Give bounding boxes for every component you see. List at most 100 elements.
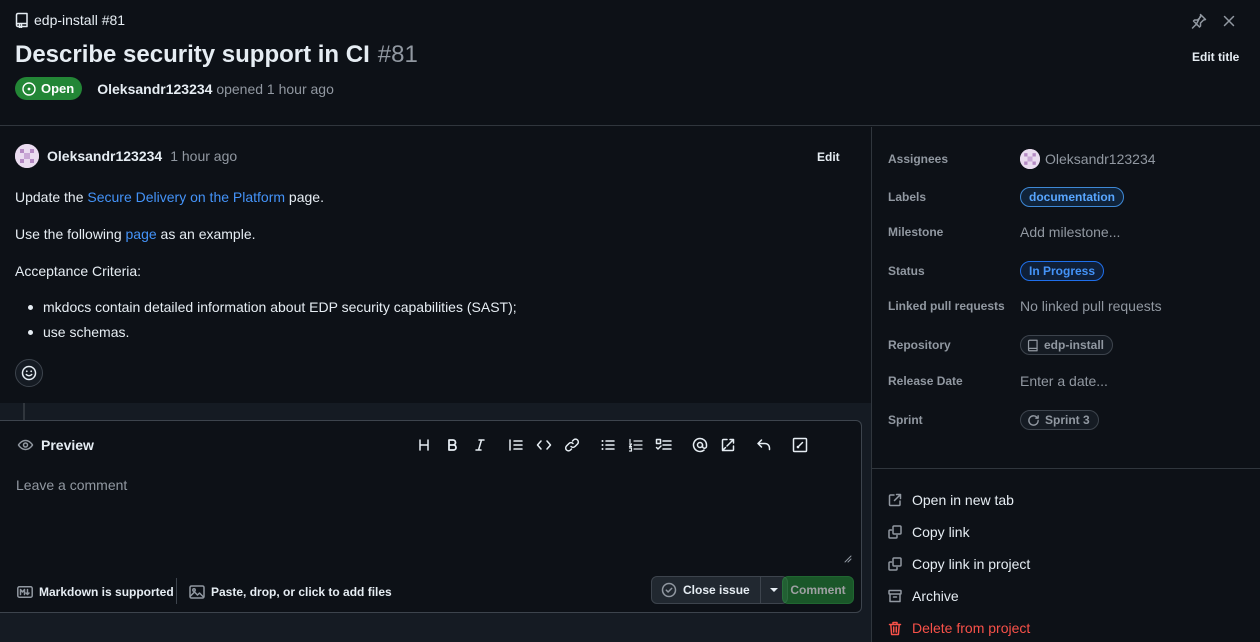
milestone-label: Milestone — [888, 225, 944, 239]
issue-byline: Oleksandr123234 opened 1 hour ago — [97, 81, 334, 97]
sprint-token[interactable]: Sprint 3 — [1020, 410, 1099, 430]
smiley-icon — [21, 365, 37, 381]
heading-icon — [417, 438, 431, 452]
task-list-icon — [655, 438, 673, 452]
link-external-icon — [888, 493, 902, 507]
repository-token[interactable]: edp-install — [1020, 335, 1114, 355]
bold-icon — [445, 438, 459, 452]
add-reaction-button[interactable] — [15, 359, 43, 387]
markdown-label: Markdown is supported — [39, 585, 174, 599]
label-documentation[interactable]: documentation — [1020, 187, 1124, 207]
avatar[interactable] — [15, 144, 39, 168]
preview-tab[interactable]: Preview — [17, 437, 94, 453]
field-assignees[interactable]: Assignees Oleksandr123234 — [888, 149, 1248, 169]
page-link[interactable]: page — [126, 226, 157, 242]
attach-files-button[interactable]: Paste, drop, or click to add files — [189, 585, 392, 599]
code-button[interactable] — [530, 434, 558, 456]
caret-down-icon — [769, 587, 779, 593]
linked-prs-value: No linked pull requests — [1020, 298, 1162, 314]
open-in-new-tab-button[interactable]: Open in new tab — [888, 484, 1030, 516]
sidebar-divider — [872, 468, 1260, 469]
markdown-supported-link[interactable]: Markdown is supported — [17, 585, 174, 599]
comment-textarea[interactable]: Leave a comment — [16, 477, 854, 563]
mention-button[interactable] — [686, 434, 714, 456]
status-badge-label: Open — [41, 81, 75, 96]
edit-title-button[interactable]: Edit title — [1192, 50, 1239, 64]
bold-button[interactable] — [438, 434, 466, 456]
archive-button[interactable]: Archive — [888, 580, 1030, 612]
copy-icon — [888, 525, 902, 539]
undo-button[interactable] — [750, 434, 778, 456]
field-labels[interactable]: Labels documentation — [888, 187, 1248, 207]
status-label: Status — [888, 264, 925, 278]
sprint-label: Sprint — [888, 413, 923, 427]
footer-divider — [176, 578, 177, 604]
issue-number: #81 — [377, 41, 418, 68]
quote-button[interactable] — [502, 434, 530, 456]
field-milestone[interactable]: Milestone Add milestone... — [888, 224, 1248, 240]
link-icon — [564, 437, 580, 453]
bulleted-list-icon — [600, 438, 616, 452]
issue-author-link[interactable]: Oleksandr123234 — [97, 81, 212, 97]
bulleted-list-button[interactable] — [594, 434, 622, 456]
milestone-value: Add milestone... — [1020, 224, 1121, 240]
italic-button[interactable] — [466, 434, 494, 456]
sprint-value: Sprint 3 — [1045, 413, 1090, 427]
mention-icon — [692, 437, 708, 453]
delete-from-project-label: Delete from project — [912, 620, 1031, 636]
numbered-list-button[interactable] — [622, 434, 650, 456]
repo-icon — [1027, 339, 1039, 352]
quote-icon — [508, 438, 524, 452]
eye-icon — [17, 437, 34, 453]
field-linked-pull-requests[interactable]: Linked pull requests No linked pull requ… — [888, 298, 1248, 314]
undo-icon — [756, 438, 772, 452]
resize-handle-icon[interactable] — [842, 553, 852, 563]
preview-tab-label: Preview — [41, 437, 94, 453]
comment-line-2: Use the following page as an example. — [15, 226, 256, 242]
image-icon — [189, 585, 205, 599]
comment-author[interactable]: Oleksandr123234 — [47, 148, 162, 164]
attach-label: Paste, drop, or click to add files — [211, 585, 392, 599]
comment-header: Oleksandr123234 1 hour ago — [15, 144, 237, 168]
heading-button[interactable] — [410, 434, 438, 456]
comment-button[interactable]: Comment — [782, 576, 854, 604]
repo-icon — [15, 12, 29, 28]
release-date-value: Enter a date... — [1020, 373, 1108, 389]
field-sprint[interactable]: Sprint Sprint 3 — [888, 410, 1248, 430]
line2-pre: Use the following — [15, 226, 126, 242]
reference-button[interactable] — [714, 434, 742, 456]
comment-line-1: Update the Secure Delivery on the Platfo… — [15, 189, 324, 205]
close-issue-button[interactable]: Close issue — [652, 577, 761, 603]
field-status[interactable]: Status In Progress — [888, 261, 1248, 281]
secure-delivery-link[interactable]: Secure Delivery on the Platform — [87, 189, 285, 205]
close-icon[interactable] — [1222, 12, 1236, 30]
labels-label: Labels — [888, 190, 927, 204]
copy-link-in-project-button[interactable]: Copy link in project — [888, 548, 1030, 580]
comment-composer: Preview Leave a comment Markdown is supp… — [0, 420, 862, 613]
italic-icon — [473, 438, 487, 452]
line1-post: page. — [285, 189, 324, 205]
link-button[interactable] — [558, 434, 586, 456]
pin-icon[interactable] — [1190, 12, 1208, 30]
assignees-label: Assignees — [888, 152, 949, 166]
field-repository[interactable]: Repository edp-install — [888, 335, 1248, 355]
numbered-list-icon — [628, 438, 644, 452]
code-icon — [536, 438, 552, 452]
repo-reference[interactable]: edp-install #81 — [15, 12, 125, 28]
close-issue-split-button: Close issue — [651, 576, 788, 604]
copy-link-in-project-label: Copy link in project — [912, 556, 1031, 572]
delete-from-project-button[interactable]: Delete from project — [888, 612, 1030, 642]
comment-placeholder: Leave a comment — [16, 477, 128, 493]
edit-comment-button[interactable]: Edit — [817, 150, 840, 164]
repository-label: Repository — [888, 338, 951, 352]
copy-link-button[interactable]: Copy link — [888, 516, 1030, 548]
fullscreen-button[interactable] — [786, 434, 814, 456]
comment-time[interactable]: 1 hour ago — [170, 148, 237, 164]
field-release-date[interactable]: Release Date Enter a date... — [888, 373, 1248, 389]
cross-reference-icon — [720, 437, 736, 453]
task-list-button[interactable] — [650, 434, 678, 456]
open-in-new-tab-label: Open in new tab — [912, 492, 1014, 508]
copy-icon — [888, 557, 902, 571]
trash-icon — [888, 621, 902, 636]
status-in-progress[interactable]: In Progress — [1020, 261, 1105, 281]
